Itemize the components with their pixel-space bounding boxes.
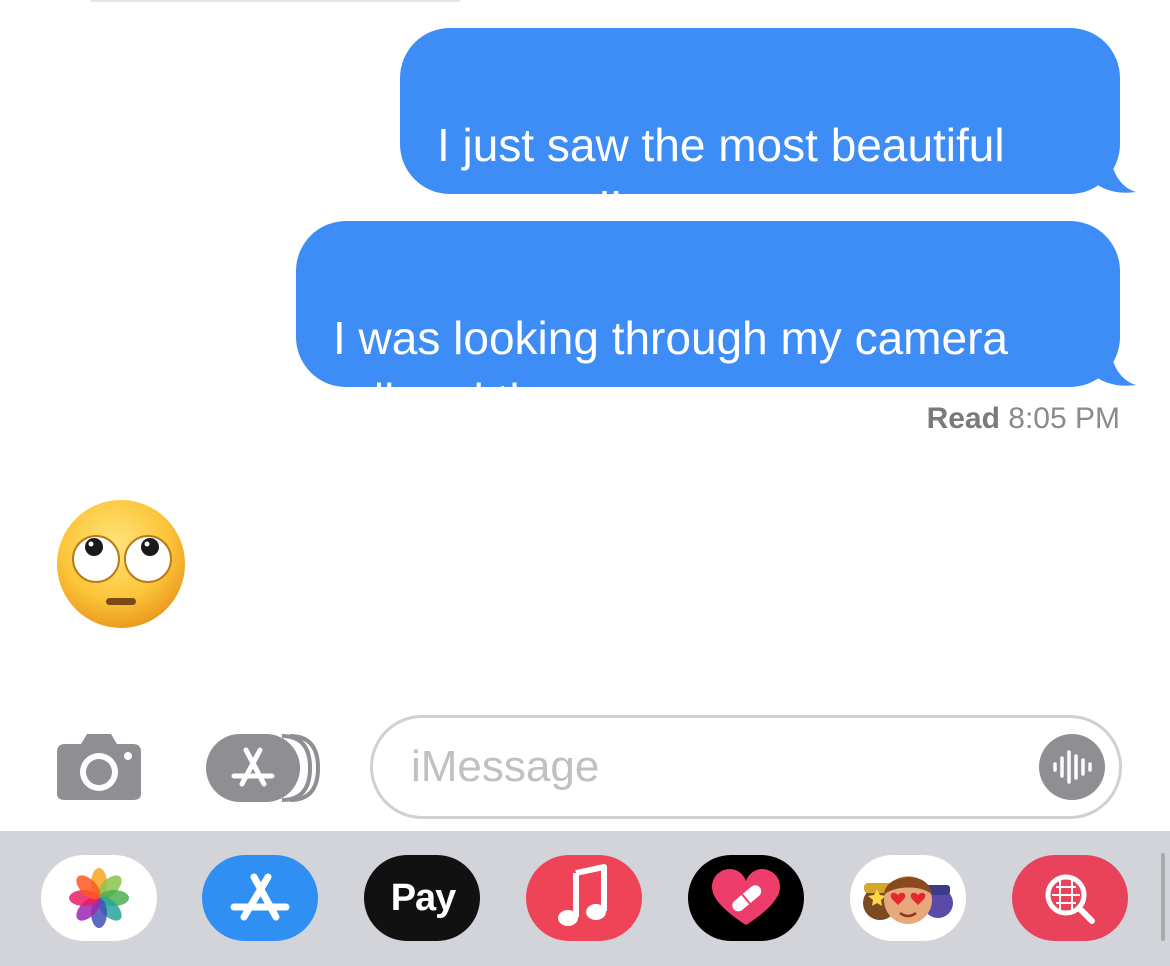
music-note-icon [558,864,607,926]
app-music[interactable] [526,855,642,941]
outgoing-message-bubble[interactable]: I was looking through my camera roll and… [296,221,1136,426]
camera-icon[interactable] [55,730,143,802]
read-receipt: Read 8:05 PM [927,402,1120,436]
app-apple-pay[interactable]: Pay [364,855,480,941]
app-store-icon [230,873,290,921]
waveform-icon[interactable] [1039,734,1105,800]
photos-icon [69,868,129,928]
apple-pay-label: Pay [364,855,480,941]
message-input[interactable]: iMessage [370,715,1122,819]
previous-message-edge [90,0,460,2]
bubble-tail [1096,347,1136,386]
message-text: I was looking through my camera roll and… [333,312,1008,426]
apple-pay-text: Pay [390,876,457,919]
app-photos[interactable] [41,855,157,941]
app-images-search[interactable] [1012,855,1128,941]
app-store-icon[interactable] [206,732,326,804]
memoji-icon [863,876,953,924]
bubble-tail [1096,154,1136,193]
app-memoji[interactable] [850,855,966,941]
message-placeholder: iMessage [411,742,600,791]
read-time: 8:05 PM [1008,402,1120,435]
face-with-rolling-eyes-emoji[interactable] [54,497,188,631]
message-text: I just saw the most beautiful woman I’ve… [437,119,1005,233]
read-label: Read [926,402,1000,435]
heart-icon [712,869,780,925]
app-fitness[interactable] [688,855,804,941]
app-app-store[interactable] [202,855,318,941]
scroll-indicator[interactable] [1161,853,1165,941]
image-search-icon [1045,874,1095,924]
outgoing-message-bubble[interactable]: I just saw the most beautiful woman I’ve… [400,28,1136,233]
app-drawer: Pay [0,831,1170,966]
